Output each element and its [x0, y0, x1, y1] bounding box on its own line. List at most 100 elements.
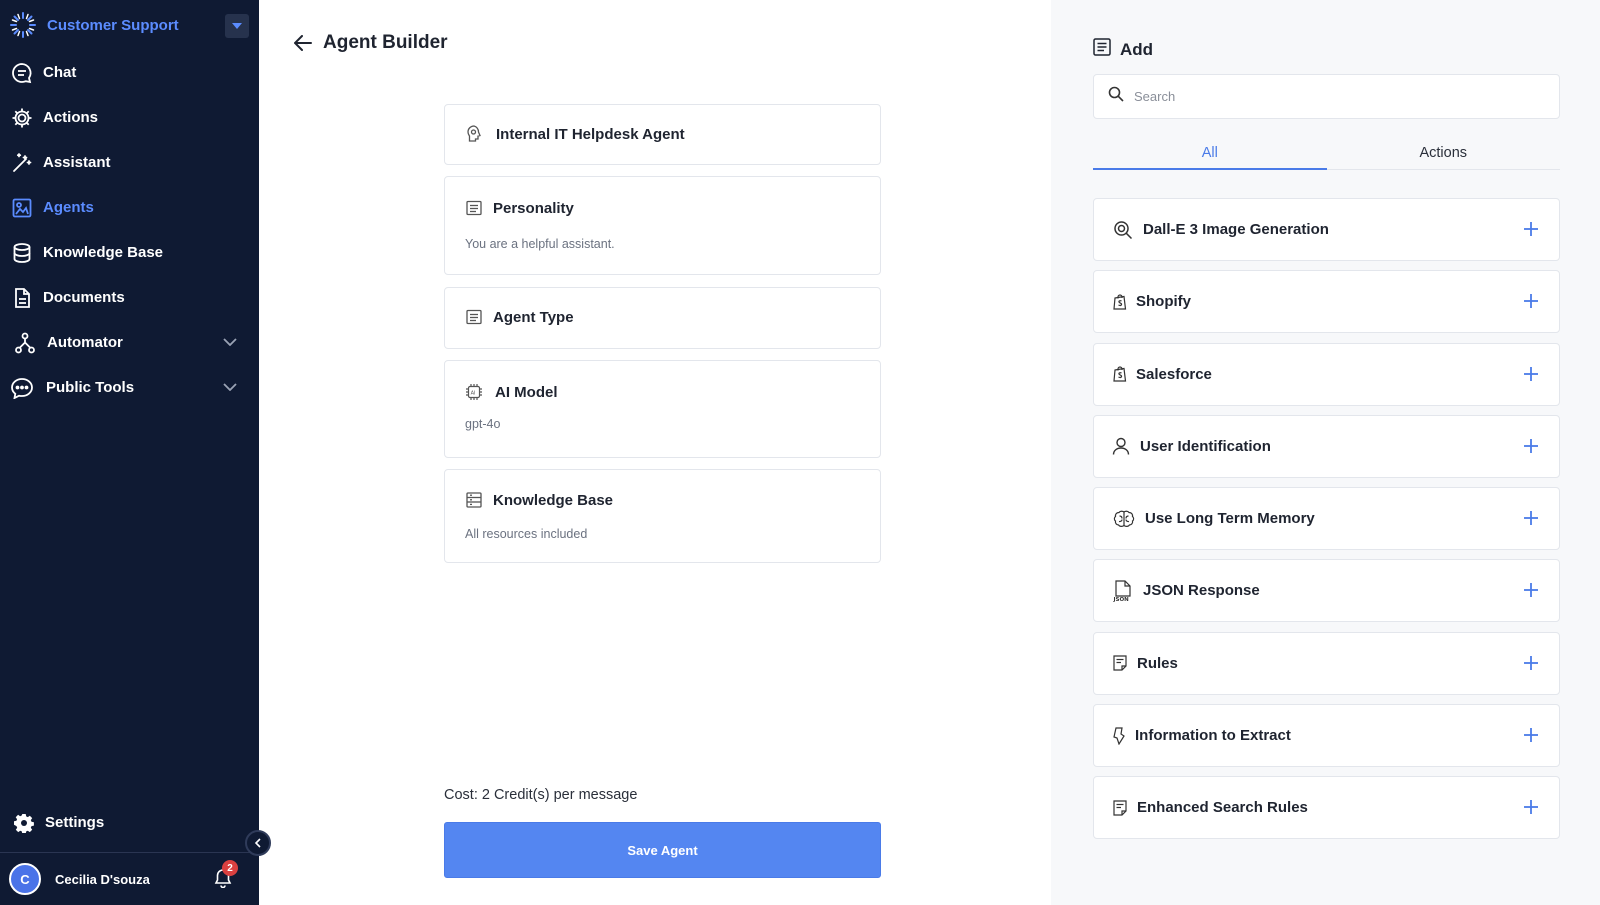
list-item-label: Shopify	[1136, 293, 1191, 311]
agent-type-card[interactable]: Agent Type	[444, 287, 881, 349]
agent-head-icon	[465, 125, 483, 143]
tab-actions[interactable]: Actions	[1327, 140, 1561, 169]
chevron-down-icon[interactable]	[223, 378, 237, 395]
add-list-icon	[1093, 38, 1111, 61]
magic-wand-icon	[10, 151, 34, 175]
database-icon	[10, 241, 34, 265]
search-icon	[1108, 86, 1124, 107]
sidebar-item-chat[interactable]: Chat	[0, 50, 259, 95]
sidebar-nav: Chat Actions Assistant Agents Knowledge …	[0, 50, 259, 410]
list-doc-icon	[465, 308, 483, 326]
collapse-sidebar-button[interactable]	[245, 830, 271, 856]
add-plus-icon[interactable]	[1521, 653, 1541, 673]
add-plus-icon[interactable]	[1521, 436, 1541, 456]
avatar[interactable]: C	[9, 863, 41, 895]
list-item-rules[interactable]: Rules	[1093, 631, 1560, 695]
chevron-down-icon[interactable]	[223, 333, 237, 350]
svg-text:AI: AI	[471, 390, 476, 396]
panel-title: Add	[1120, 39, 1154, 59]
list-doc-icon	[465, 199, 483, 217]
knowledge-base-card[interactable]: Knowledge Base All resources included	[444, 469, 881, 563]
svg-text:JSON: JSON	[1113, 597, 1129, 602]
sidebar-item-label: Public Tools	[46, 379, 135, 396]
personality-card[interactable]: Personality You are a helpful assistant.	[444, 176, 881, 275]
list-item-long-term-memory[interactable]: Use Long Term Memory	[1093, 487, 1560, 551]
sidebar-item-agents[interactable]: Agents	[0, 185, 259, 230]
sidebar-item-actions[interactable]: Actions	[0, 95, 259, 140]
list-item-label: Salesforce	[1136, 365, 1212, 383]
cost-label: Cost: 2 Credit(s) per message	[444, 787, 638, 803]
sidebar-item-label: Automator	[47, 334, 123, 351]
tab-all[interactable]: All	[1093, 140, 1327, 170]
sidebar-item-label: Chat	[43, 64, 77, 81]
list-item-enhanced-search-rules[interactable]: Enhanced Search Rules	[1093, 776, 1560, 840]
workspace-switcher[interactable]: Customer Support	[0, 0, 259, 50]
chat-bubble-dots-icon	[10, 376, 34, 400]
add-plus-icon[interactable]	[1521, 219, 1541, 239]
workspace-dropdown-button[interactable]	[225, 14, 249, 38]
brain-icon	[1112, 508, 1136, 530]
sidebar-item-automator[interactable]: Automator	[0, 320, 259, 365]
list-item-shopify[interactable]: Shopify	[1093, 270, 1560, 334]
sidebar-item-settings[interactable]: Settings	[0, 800, 259, 845]
agent-builder-main: Agent Builder Internal IT Helpdesk Agent…	[259, 0, 1051, 905]
salesforce-icon	[1112, 363, 1128, 385]
add-plus-icon[interactable]	[1521, 291, 1541, 311]
sidebar-item-label: Actions	[43, 109, 99, 126]
list-item-json-response[interactable]: JSON JSON Response	[1093, 559, 1560, 623]
list-item-information-extract[interactable]: Information to Extract	[1093, 704, 1560, 768]
workflow-icon	[13, 331, 37, 355]
ai-model-value: gpt-4o	[465, 417, 501, 431]
add-plus-icon[interactable]	[1521, 797, 1541, 817]
sidebar-item-label: Knowledge Base	[43, 244, 164, 261]
save-agent-button[interactable]: Save Agent	[444, 822, 881, 878]
list-item-salesforce[interactable]: Salesforce	[1093, 342, 1560, 406]
search-box[interactable]	[1093, 74, 1560, 119]
sidebar-item-label: Agents	[43, 199, 94, 216]
ai-chip-icon: AI	[465, 383, 483, 401]
rules-icon	[1112, 652, 1128, 674]
agents-icon	[10, 196, 34, 220]
sidebar-item-label: Assistant	[43, 154, 111, 171]
sidebar-item-documents[interactable]: Documents	[0, 275, 259, 320]
knowledge-base-value: All resources included	[465, 527, 588, 541]
gear-icon	[10, 106, 34, 130]
action-list: Dall-E 3 Image Generation Shopify Salesf…	[1093, 198, 1560, 849]
add-plus-icon[interactable]	[1521, 364, 1541, 384]
workspace-name: Customer Support	[47, 16, 179, 34]
add-plus-icon[interactable]	[1521, 508, 1541, 528]
list-item-user-identification[interactable]: User Identification	[1093, 414, 1560, 478]
page-title: Agent Builder	[323, 32, 448, 53]
list-item-label: Enhanced Search Rules	[1137, 799, 1308, 817]
chat-icon	[10, 61, 34, 85]
document-icon	[10, 286, 34, 310]
back-arrow-icon[interactable]	[292, 32, 314, 54]
add-panel: Add All Actions Dall-E 3 Image Generatio…	[1051, 0, 1600, 905]
user-icon	[1112, 435, 1130, 457]
image-search-icon	[1112, 219, 1134, 241]
list-item-dalle[interactable]: Dall-E 3 Image Generation	[1093, 198, 1560, 261]
add-plus-icon[interactable]	[1521, 580, 1541, 600]
personality-value: You are a helpful assistant.	[465, 237, 615, 251]
agent-type-title: Agent Type	[493, 308, 574, 326]
sidebar-item-label: Documents	[43, 289, 125, 306]
shopify-icon	[1112, 291, 1128, 313]
personality-title: Personality	[493, 199, 574, 217]
ai-model-card[interactable]: AI AI Model gpt-4o	[444, 360, 881, 458]
sidebar-item-public-tools[interactable]: Public Tools	[0, 365, 259, 410]
gear-icon	[12, 811, 36, 835]
search-input[interactable]	[1134, 89, 1534, 104]
list-item-label: Dall-E 3 Image Generation	[1143, 221, 1329, 238]
list-item-label: Rules	[1137, 654, 1178, 672]
extract-icon	[1112, 725, 1126, 747]
user-name: Cecilia D'souza	[55, 871, 150, 887]
agent-name-input[interactable]: Internal IT Helpdesk Agent	[496, 126, 685, 143]
sidebar-item-assistant[interactable]: Assistant	[0, 140, 259, 185]
add-plus-icon[interactable]	[1521, 725, 1541, 745]
agent-name-card[interactable]: Internal IT Helpdesk Agent	[444, 104, 881, 165]
knowledge-base-title: Knowledge Base	[493, 491, 614, 509]
notification-badge: 2	[222, 860, 238, 876]
sidebar-item-knowledge-base[interactable]: Knowledge Base	[0, 230, 259, 275]
user-profile[interactable]: C Cecilia D'souza 2	[0, 852, 259, 905]
settings-section: Settings	[0, 800, 259, 845]
